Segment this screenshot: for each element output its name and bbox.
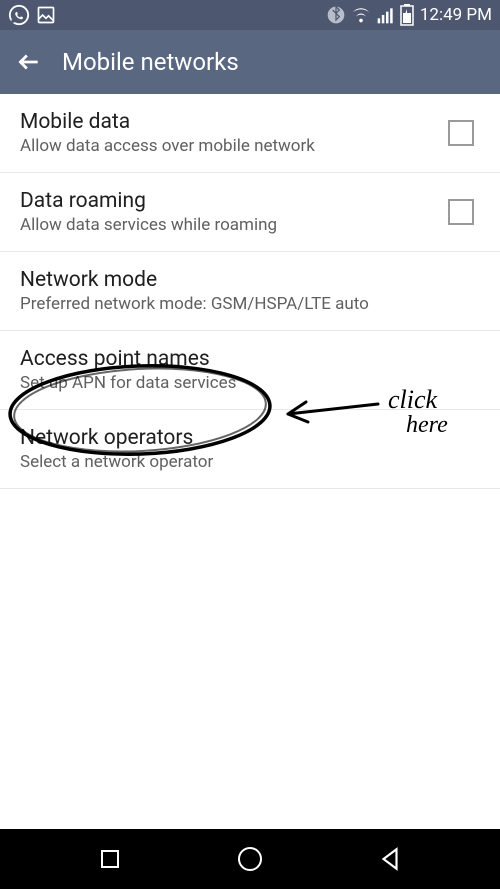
setting-subtitle: Select a network operator: [20, 452, 480, 472]
status-time: 12:49 PM: [420, 5, 492, 25]
page-title: Mobile networks: [62, 48, 239, 76]
signal-icon: [376, 5, 396, 25]
whatsapp-icon: [8, 4, 30, 26]
checkbox-data-roaming[interactable]: [448, 199, 474, 225]
checkbox-mobile-data[interactable]: [448, 120, 474, 146]
header: Mobile networks: [0, 30, 500, 94]
setting-title: Data roaming: [20, 189, 448, 213]
bluetooth-icon: [326, 5, 346, 25]
nav-bar: [0, 829, 500, 889]
nav-recent-button[interactable]: [95, 844, 125, 874]
settings-list: Mobile data Allow data access over mobil…: [0, 94, 500, 489]
setting-title: Access point names: [20, 347, 480, 371]
setting-title: Network mode: [20, 268, 480, 292]
setting-network-mode[interactable]: Network mode Preferred network mode: GSM…: [0, 252, 500, 331]
setting-subtitle: Set up APN for data services: [20, 373, 480, 393]
setting-title: Network operators: [20, 426, 480, 450]
status-bar: 12:49 PM: [0, 0, 500, 30]
setting-title: Mobile data: [20, 110, 448, 134]
back-button[interactable]: [16, 49, 42, 75]
status-right: 12:49 PM: [326, 4, 492, 26]
status-left: [8, 4, 56, 26]
setting-network-operators[interactable]: Network operators Select a network opera…: [0, 410, 500, 489]
setting-subtitle: Preferred network mode: GSM/HSPA/LTE aut…: [20, 294, 480, 314]
battery-icon: [400, 4, 414, 26]
setting-subtitle: Allow data access over mobile network: [20, 136, 448, 156]
setting-data-roaming[interactable]: Data roaming Allow data services while r…: [0, 173, 500, 252]
wifi-icon: [350, 4, 372, 26]
nav-home-button[interactable]: [235, 844, 265, 874]
setting-subtitle: Allow data services while roaming: [20, 215, 448, 235]
setting-mobile-data[interactable]: Mobile data Allow data access over mobil…: [0, 94, 500, 173]
nav-back-button[interactable]: [375, 844, 405, 874]
setting-access-point-names[interactable]: Access point names Set up APN for data s…: [0, 331, 500, 410]
photo-icon: [36, 5, 56, 25]
